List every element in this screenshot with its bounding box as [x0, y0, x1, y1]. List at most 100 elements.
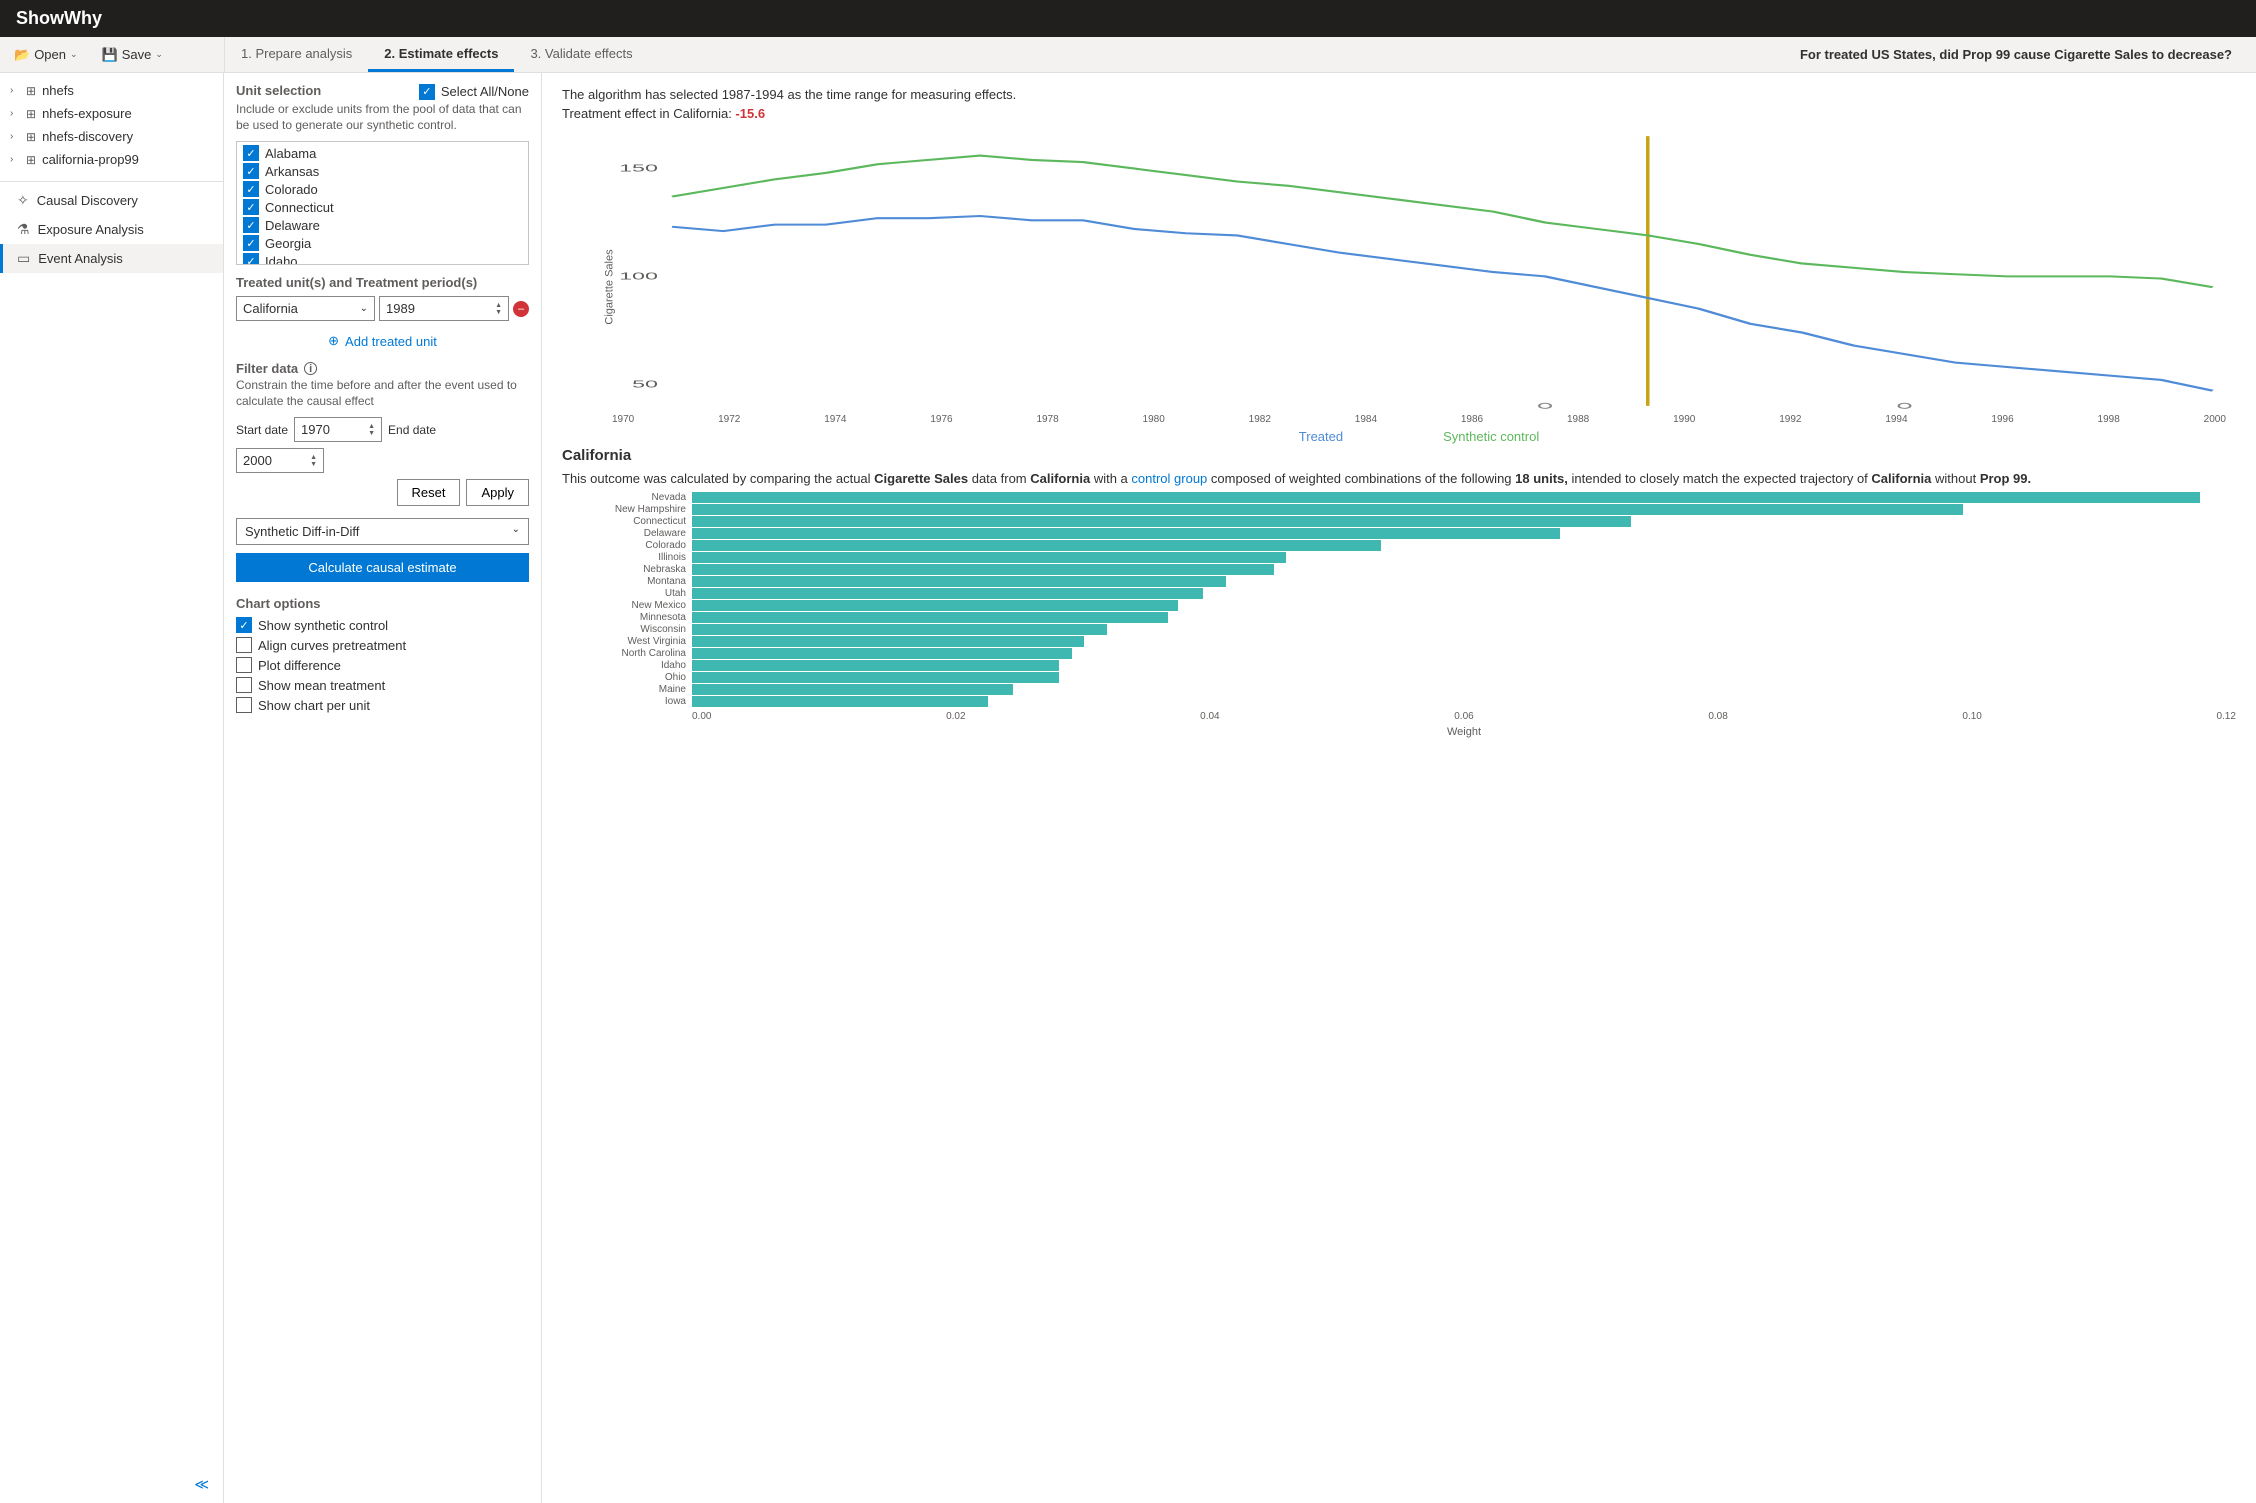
- apply-button[interactable]: Apply: [466, 479, 529, 506]
- open-button[interactable]: 📂 Open ⌄: [8, 43, 84, 67]
- checkbox-icon: ✓: [243, 217, 259, 233]
- unit-checkbox[interactable]: ✓Delaware: [241, 216, 524, 234]
- tree-item[interactable]: ›⊞california-prop99: [0, 148, 223, 171]
- nav-label: Exposure Analysis: [38, 222, 144, 237]
- nav-exposure-analysis[interactable]: ⚗ Exposure Analysis: [0, 215, 223, 244]
- tree-item[interactable]: ›⊞nhefs: [0, 79, 223, 102]
- table-icon: ⊞: [26, 107, 36, 121]
- end-date-label: End date: [388, 423, 436, 437]
- calculate-button[interactable]: Calculate causal estimate: [236, 553, 529, 582]
- chevron-right-icon: ›: [10, 154, 20, 165]
- control-subhead: California: [562, 447, 2236, 464]
- weight-label: Illinois: [562, 552, 692, 563]
- treated-heading: Treated unit(s) and Treatment period(s): [236, 275, 529, 290]
- tree-item[interactable]: ›⊞nhefs-exposure: [0, 102, 223, 125]
- remove-treated-button[interactable]: –: [513, 301, 529, 317]
- weight-bar: [692, 684, 1013, 695]
- treatment-year-input[interactable]: 1989 ▲▼: [379, 296, 509, 321]
- chevron-down-icon: ⌄: [155, 49, 163, 60]
- opt-align-curves[interactable]: Align curves pretreatment: [236, 635, 529, 655]
- end-date-input[interactable]: 2000 ▲▼: [236, 448, 324, 473]
- nav-causal-discovery[interactable]: ✧ Causal Discovery: [0, 186, 223, 215]
- checkbox-icon: ✓: [243, 253, 259, 265]
- opt-show-synthetic[interactable]: ✓Show synthetic control: [236, 615, 529, 635]
- flask-icon: ⚗: [17, 221, 30, 238]
- save-icon: 💾: [102, 47, 118, 63]
- filter-desc: Constrain the time before and after the …: [236, 378, 529, 409]
- window-icon: ▭: [17, 250, 30, 267]
- save-button[interactable]: 💾 Save ⌄: [96, 43, 169, 67]
- weight-row: West Virginia: [562, 636, 2236, 647]
- unit-label: Idaho: [265, 254, 298, 266]
- chevron-right-icon: ›: [10, 108, 20, 119]
- tree-label: california-prop99: [42, 152, 139, 167]
- checkbox-icon: ✓: [243, 235, 259, 251]
- weight-row: Colorado: [562, 540, 2236, 551]
- select-all-label: Select All/None: [441, 84, 529, 99]
- add-treated-unit-button[interactable]: ⊕ Add treated unit: [236, 329, 529, 361]
- nav-event-analysis[interactable]: ▭ Event Analysis: [0, 244, 223, 273]
- info-icon[interactable]: i: [304, 362, 317, 375]
- unit-checkbox[interactable]: ✓ Idaho: [241, 252, 524, 265]
- unit-checkbox[interactable]: ✓Connecticut: [241, 198, 524, 216]
- opt-show-mean[interactable]: Show mean treatment: [236, 675, 529, 695]
- weight-bar: [692, 600, 1178, 611]
- tab-prepare[interactable]: 1. Prepare analysis: [225, 37, 368, 72]
- start-date-label: Start date: [236, 423, 288, 437]
- start-date-input[interactable]: 1970 ▲▼: [294, 417, 382, 442]
- tree-item[interactable]: ›⊞nhefs-discovery: [0, 125, 223, 148]
- unit-selection-heading: Unit selection: [236, 83, 321, 98]
- unit-checkbox[interactable]: ✓Arkansas: [241, 162, 524, 180]
- weight-row: Montana: [562, 576, 2236, 587]
- weights-chart: NevadaNew HampshireConnecticutDelawareCo…: [562, 492, 2236, 707]
- research-question: For treated US States, did Prop 99 cause…: [1800, 47, 2256, 62]
- legend-treated: Treated: [1299, 429, 1343, 444]
- plus-circle-icon: ⊕: [328, 333, 339, 349]
- weights-x-label: Weight: [562, 726, 2236, 738]
- weight-row: Idaho: [562, 660, 2236, 671]
- weight-label: North Carolina: [562, 648, 692, 659]
- weight-label: Connecticut: [562, 516, 692, 527]
- weight-bar: [692, 648, 1072, 659]
- unit-label: Georgia: [265, 236, 311, 251]
- checkbox-icon: ✓: [243, 163, 259, 179]
- treated-unit-value: California: [243, 301, 298, 316]
- collapse-sidebar-button[interactable]: ≪: [0, 1466, 223, 1503]
- unit-checkbox[interactable]: ✓Colorado: [241, 180, 524, 198]
- unit-checkbox[interactable]: ✓ Georgia: [241, 234, 524, 252]
- weight-row: Illinois: [562, 552, 2236, 563]
- unit-selection-desc: Include or exclude units from the pool o…: [236, 102, 529, 133]
- tree-label: nhefs: [42, 83, 74, 98]
- weight-bar: [692, 552, 1286, 563]
- svg-text:50: 50: [632, 378, 658, 389]
- control-group-link[interactable]: control group: [1131, 471, 1207, 486]
- legend-synthetic: Synthetic control: [1443, 429, 1539, 444]
- effect-value: -15.6: [735, 106, 765, 121]
- weight-row: Wisconsin: [562, 624, 2236, 635]
- tab-validate[interactable]: 3. Validate effects: [514, 37, 648, 72]
- weight-label: Maine: [562, 684, 692, 695]
- spinner-icon[interactable]: ▲▼: [495, 302, 502, 316]
- opt-plot-difference[interactable]: Plot difference: [236, 655, 529, 675]
- weight-row: Delaware: [562, 528, 2236, 539]
- unit-list[interactable]: ✓Alabama✓Arkansas✓Colorado✓Connecticut✓D…: [236, 141, 529, 265]
- weight-row: Nevada: [562, 492, 2236, 503]
- chevron-down-icon: ⌄: [360, 303, 368, 314]
- weight-label: Nebraska: [562, 564, 692, 575]
- table-icon: ⊞: [26, 84, 36, 98]
- results-panel: The algorithm has selected 1987-1994 as …: [542, 73, 2256, 1503]
- unit-checkbox[interactable]: ✓Alabama: [241, 144, 524, 162]
- checkbox-icon: ✓: [243, 145, 259, 161]
- reset-button[interactable]: Reset: [397, 479, 461, 506]
- weight-label: Ohio: [562, 672, 692, 683]
- sidebar: ›⊞nhefs›⊞nhefs-exposure›⊞nhefs-discovery…: [0, 73, 224, 1503]
- time-range-text: The algorithm has selected 1987-1994 as …: [562, 87, 2236, 102]
- weight-bar: [692, 492, 2200, 503]
- treated-unit-select[interactable]: California ⌄: [236, 296, 375, 321]
- weight-bar: [692, 504, 1963, 515]
- select-all-checkbox[interactable]: ✓ Select All/None: [419, 84, 529, 100]
- method-select[interactable]: Synthetic Diff-in-Diff ⌄: [236, 518, 529, 545]
- table-icon: ⊞: [26, 130, 36, 144]
- opt-chart-per-unit[interactable]: Show chart per unit: [236, 695, 529, 715]
- tab-estimate[interactable]: 2. Estimate effects: [368, 37, 514, 72]
